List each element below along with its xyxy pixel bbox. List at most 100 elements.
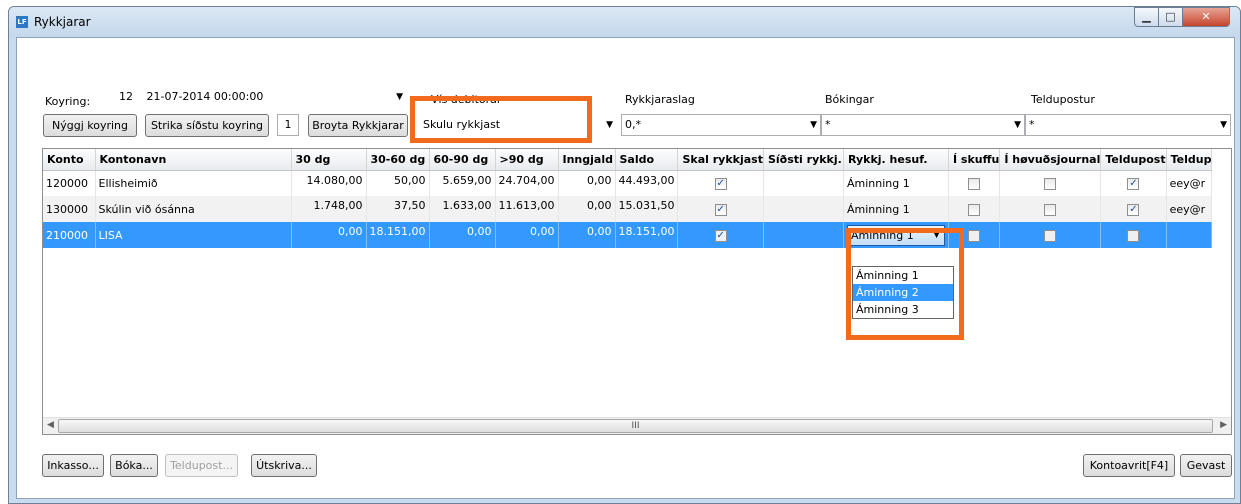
skal-rykkjast-checkbox[interactable]: ✓ <box>714 229 727 242</box>
column-header[interactable]: Inngjald <box>558 149 616 171</box>
amount-cell: 37,50 <box>366 196 430 222</box>
i-skuffu-checkbox[interactable] <box>968 177 981 190</box>
column-header[interactable]: 30 dg <box>291 149 367 171</box>
teldupost-checkbox[interactable]: ✓ <box>1127 203 1140 216</box>
minimize-button[interactable]: ▁ <box>1134 7 1159 27</box>
vis-debitorar-select[interactable]: Skulu rykkjast ▼ <box>419 114 617 136</box>
app-icon: LF <box>16 16 28 28</box>
teldupostur-label: Teldupostur <box>1031 93 1095 106</box>
column-header[interactable]: 60-90 dg <box>429 149 496 171</box>
skal-rykkjast-checkbox[interactable]: ✓ <box>714 177 727 190</box>
scroll-right-icon[interactable]: ▶ <box>1220 420 1227 430</box>
konto-cell: 210000 <box>43 222 96 248</box>
i-hovudsjournal-checkbox[interactable] <box>1044 177 1057 190</box>
amount-cell: 24.704,00 <box>495 170 559 196</box>
i-hovudsjournal-checkbox[interactable] <box>1044 203 1057 216</box>
bokingar-label: Bókingar <box>825 93 874 106</box>
amount-cell: 0,00 <box>558 196 616 222</box>
bokingar-select[interactable]: * ▼ <box>821 114 1025 136</box>
column-header[interactable]: 30-60 dg <box>366 149 430 171</box>
title-bar[interactable]: LF Rykkjarar ▁ □ ✕ <box>9 7 1240 37</box>
teldupost-button[interactable]: Teldupost... <box>165 454 238 477</box>
teldupost-checkbox[interactable] <box>1127 229 1140 242</box>
rykkjaraslag-select[interactable]: 0,* ▼ <box>621 114 821 136</box>
column-header[interactable]: Teldupost <box>1100 149 1167 171</box>
kontonavn-cell: Ellisheimið <box>95 170 292 196</box>
amount-cell: 11.613,00 <box>495 196 559 222</box>
koyring-datetime: 21-07-2014 00:00:00 <box>146 90 264 103</box>
amount-cell: 5.659,00 <box>429 170 496 196</box>
column-header[interactable]: >90 dg <box>495 149 559 171</box>
column-header[interactable]: Rykkj. hesuf. <box>843 149 949 171</box>
email-cell: eey@r <box>1166 196 1213 222</box>
scroll-left-icon[interactable]: ◀ <box>47 420 54 430</box>
column-header[interactable]: Konto <box>43 149 96 171</box>
email-cell <box>1166 222 1213 248</box>
maximize-icon: □ <box>1165 10 1176 23</box>
bokingar-value: * <box>825 118 831 131</box>
scroll-thumb[interactable]: III <box>58 419 1213 433</box>
i-skuffu-checkbox[interactable] <box>968 203 981 216</box>
boka-button[interactable]: Bóka... <box>110 454 158 477</box>
inkasso-button[interactable]: Inkasso... <box>42 454 104 477</box>
column-header[interactable]: Skal rykkjast <box>677 149 764 171</box>
rykkj-hesuf-dropdown-list: Áminning 1 Áminning 2 Áminning 3 <box>852 266 954 319</box>
kontoavrit-button[interactable]: Kontoavrit[F4] <box>1083 454 1175 477</box>
column-header[interactable]: Síðsti rykkj. <box>763 149 844 171</box>
rykkj-hesuf-value: Áminning 1 <box>850 228 914 242</box>
email-cell: eey@r <box>1166 170 1213 196</box>
new-run-button[interactable]: Nýggj koyring <box>43 114 137 137</box>
sidsti-cell <box>763 196 844 222</box>
saldo-cell: 15.031,50 <box>615 196 679 222</box>
table-row[interactable]: 120000 Ellisheimið 14.080,00 50,00 5.659… <box>43 170 1213 196</box>
utskriva-button[interactable]: Útskriva... <box>251 454 317 477</box>
column-header[interactable]: Teldup <box>1166 149 1213 171</box>
rykkjaraslag-value: 0,* <box>625 118 641 131</box>
delete-last-run-button[interactable]: Strika síðstu koyring <box>145 114 269 137</box>
vis-debitorar-label: Vís debitorar <box>431 93 502 106</box>
kontonavn-cell: Skúlin við ósánna <box>95 196 292 222</box>
chevron-down-icon: ▼ <box>810 120 817 130</box>
amount-cell: 0,00 <box>429 222 496 248</box>
table-row[interactable]: 130000 Skúlin við ósánna 1.748,00 37,50 … <box>43 196 1213 222</box>
reminders-table: Konto Kontonavn 30 dg 30-60 dg 60-90 dg … <box>43 149 1213 248</box>
grip-icon: III <box>631 421 640 431</box>
column-header[interactable]: Saldo <box>615 149 679 171</box>
table-row-selected[interactable]: 210000 LISA 0,00 18.151,00 0,00 0,00 0,0… <box>43 222 1213 248</box>
dropdown-option[interactable]: Áminning 1 <box>853 267 953 284</box>
koyring-select[interactable]: 12 21-07-2014 00:00:00 ▼ <box>115 86 407 108</box>
amount-cell: 18.151,00 <box>366 222 430 248</box>
dropdown-option[interactable]: Áminning 3 <box>853 301 953 318</box>
amount-cell: 1.633,00 <box>429 196 496 222</box>
client-area: Koyring: 12 21-07-2014 00:00:00 ▼ Nýggj … <box>16 37 1235 499</box>
column-header[interactable]: Í høvuðsjournal <box>999 149 1102 171</box>
teldupost-checkbox[interactable]: ✓ <box>1127 177 1140 190</box>
teldupostur-value: * <box>1029 118 1035 131</box>
amount-cell: 0,00 <box>291 222 367 248</box>
table-header: Konto Kontonavn 30 dg 30-60 dg 60-90 dg … <box>43 149 1213 171</box>
horizontal-scrollbar[interactable]: ◀ III ▶ <box>43 417 1231 434</box>
amount-cell: 50,00 <box>366 170 430 196</box>
sidsti-cell <box>763 222 844 248</box>
rykkj-hesuf-combo[interactable]: Áminning 1 ▼ <box>846 224 945 246</box>
column-header[interactable]: Í skuffu <box>948 149 1001 171</box>
gevast-button[interactable]: Gevast <box>1180 454 1232 477</box>
sidsti-cell <box>763 170 844 196</box>
amount-cell: 14.080,00 <box>291 170 367 196</box>
saldo-cell: 18.151,00 <box>615 222 679 248</box>
skal-rykkjast-checkbox[interactable]: ✓ <box>714 203 727 216</box>
dropdown-option-highlighted[interactable]: Áminning 2 <box>853 284 953 301</box>
konto-cell: 120000 <box>43 170 96 196</box>
change-reminders-button[interactable]: Broyta Rykkjarar <box>308 114 408 137</box>
close-button[interactable]: ✕ <box>1182 7 1230 27</box>
run-count-field[interactable]: 1 <box>277 114 299 136</box>
rykkj-hesuf-cell[interactable]: Áminning 1 <box>843 170 949 196</box>
chevron-down-icon: ▼ <box>933 229 940 240</box>
maximize-button[interactable]: □ <box>1158 7 1183 27</box>
i-skuffu-checkbox[interactable] <box>968 229 981 242</box>
rykkj-hesuf-cell[interactable]: Áminning 1 <box>843 196 949 222</box>
column-header[interactable]: Kontonavn <box>95 149 292 171</box>
i-hovudsjournal-checkbox[interactable] <box>1044 229 1057 242</box>
teldupostur-select[interactable]: * ▼ <box>1025 114 1231 136</box>
kontonavn-cell: LISA <box>95 222 292 248</box>
